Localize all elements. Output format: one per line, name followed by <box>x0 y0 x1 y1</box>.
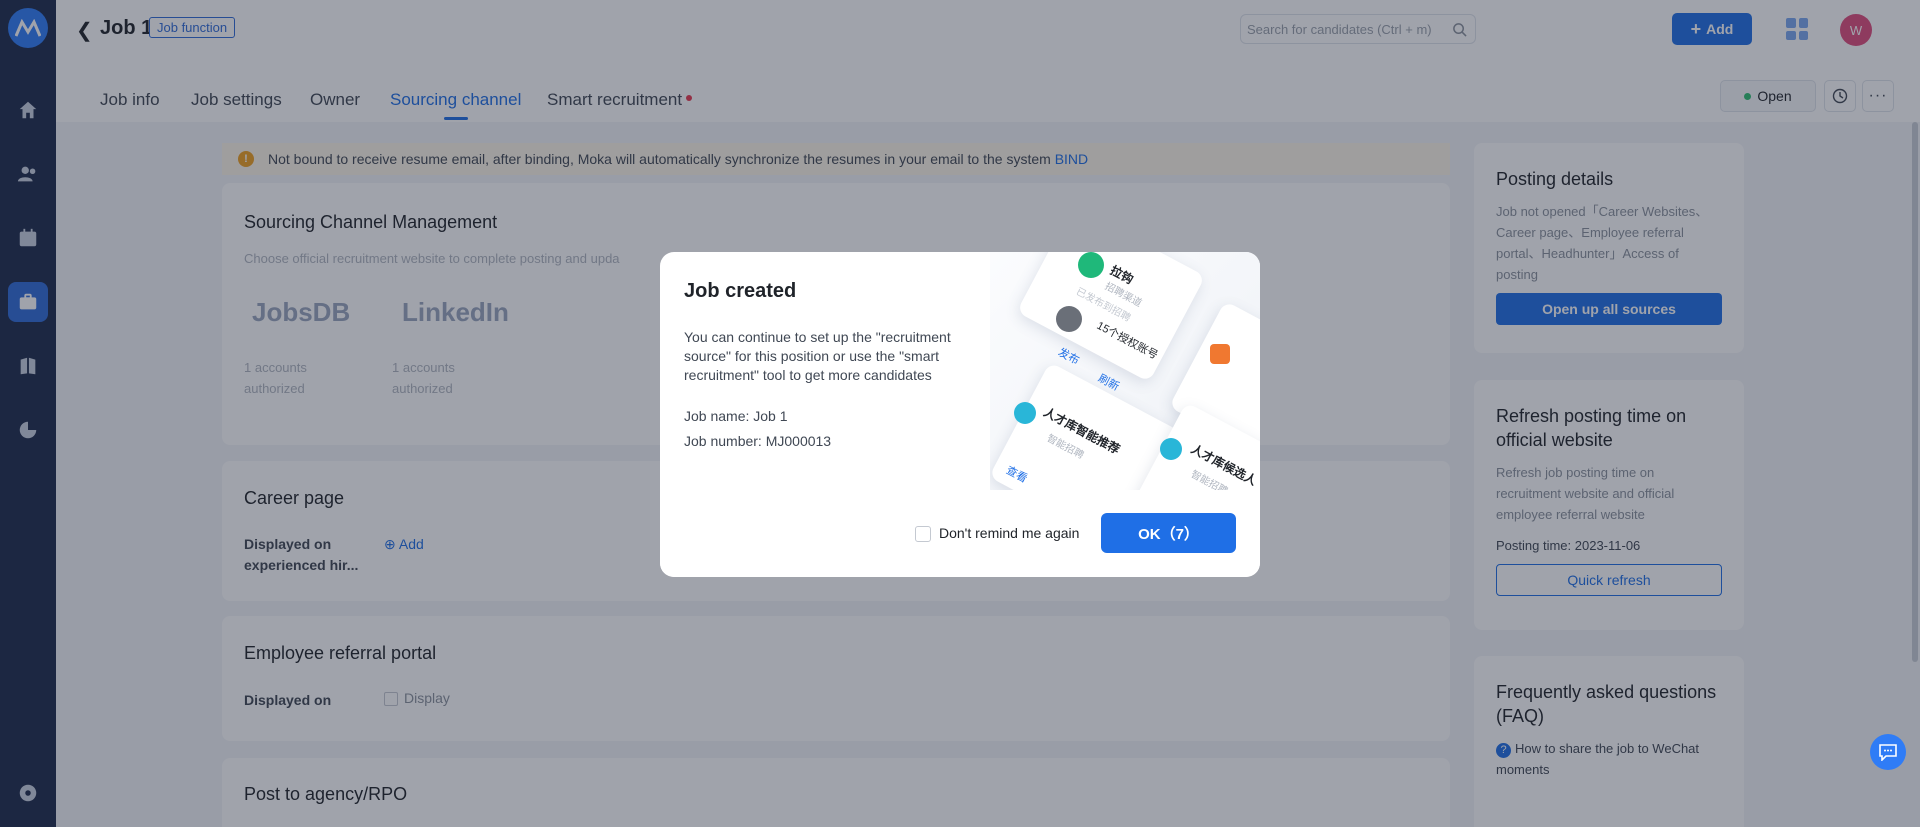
chat-support-icon[interactable] <box>1870 734 1906 770</box>
modal-illustration: 拉钩 招聘渠道 已发布到招聘 15个授权账号 发布 刷新 人才库智能推荐 智能招… <box>990 252 1260 490</box>
modal-body: You can continue to set up the "recruitm… <box>684 329 951 383</box>
modal-footer: Don't remind me again OK（7） <box>660 490 1260 577</box>
candidates-icon <box>1160 438 1182 460</box>
modal-job-number: Job number: MJ000013 <box>684 433 832 449</box>
ok-button[interactable]: OK（7） <box>1101 513 1236 553</box>
modal-job-name: Job name: Job 1 <box>684 408 788 424</box>
dont-remind-label[interactable]: Don't remind me again <box>939 525 1079 541</box>
account-avatar-icon <box>1056 306 1082 332</box>
channel-logo-icon <box>1210 344 1230 364</box>
dont-remind-checkbox[interactable] <box>915 526 931 542</box>
modal-title: Job created <box>684 280 797 302</box>
lagou-icon <box>1078 252 1104 278</box>
job-created-modal: Job created You can continue to set up t… <box>660 252 1260 577</box>
art-c1-publish: 发布 <box>1056 346 1082 368</box>
talent-pool-icon <box>1014 402 1036 424</box>
